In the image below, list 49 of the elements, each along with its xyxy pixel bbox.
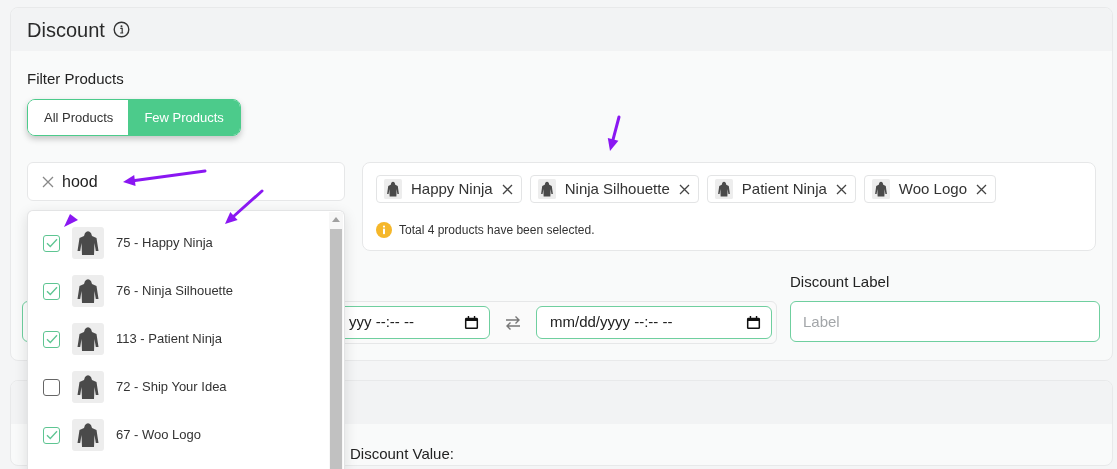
clear-icon[interactable] — [42, 175, 54, 188]
hoodie-thumbnail — [871, 179, 890, 199]
hoodie-thumbnail — [72, 323, 104, 355]
date-field[interactable]: mm/dd/yyyy --:-- -- — [536, 306, 772, 339]
checkbox[interactable] — [43, 378, 60, 396]
annotation-arrowhead — [64, 214, 78, 227]
tag-label: Woo Logo — [898, 180, 967, 198]
annotation-arrow — [225, 189, 264, 224]
scrollbar-thumb[interactable] — [330, 229, 342, 469]
hoodie-thumbnail — [72, 371, 104, 403]
checkbox[interactable] — [43, 426, 60, 444]
scrollbar[interactable] — [329, 212, 343, 469]
option-label[interactable]: 76 - Ninja Silhouette — [116, 283, 234, 299]
option-label[interactable]: 67 - Woo Logo — [116, 427, 202, 443]
remove-icon[interactable] — [678, 183, 690, 195]
search-field[interactable]: hood — [27, 162, 345, 201]
filter-label: Filter Products — [27, 69, 125, 89]
swap-icon[interactable] — [504, 313, 522, 332]
annotation-arrow — [607, 115, 621, 151]
info-icon[interactable] — [112, 21, 130, 38]
label-input[interactable]: Label — [790, 301, 1100, 342]
info-icon — [376, 222, 392, 238]
option-label[interactable]: 72 - Ship Your Idea — [116, 379, 227, 395]
checkbox[interactable] — [43, 234, 60, 252]
tag-label: Ninja Silhouette — [564, 180, 670, 198]
remove-icon[interactable] — [501, 183, 513, 195]
field-label: Discount Label — [790, 272, 891, 292]
search-input[interactable]: hood — [62, 169, 262, 194]
option-label[interactable]: 113 - Patient Ninja — [116, 331, 222, 347]
option-label[interactable]: 75 - Happy Ninja — [116, 235, 213, 251]
checkbox[interactable] — [43, 330, 60, 348]
calendar-icon[interactable] — [464, 315, 479, 330]
remove-icon[interactable] — [975, 183, 987, 195]
checkbox[interactable] — [43, 282, 60, 300]
filter-tab[interactable]: All Products — [28, 100, 130, 135]
hoodie-thumbnail — [384, 179, 402, 199]
tag-label: Patient Ninja — [741, 180, 827, 198]
scroll-up-arrow-icon[interactable] — [332, 217, 340, 222]
hoodie-thumbnail — [72, 275, 104, 307]
hoodie-thumbnail — [72, 419, 104, 451]
selection-note: Total 4 products have been selected. — [399, 222, 595, 238]
field-label: Discount Value: — [350, 444, 454, 464]
calendar-icon[interactable] — [746, 315, 761, 330]
card-title: Discount — [27, 17, 105, 42]
hoodie-thumbnail — [714, 179, 733, 199]
hoodie-thumbnail — [537, 179, 556, 199]
remove-icon[interactable] — [835, 183, 847, 195]
tag-label: Happy Ninja — [411, 180, 493, 198]
hoodie-thumbnail — [72, 227, 104, 259]
